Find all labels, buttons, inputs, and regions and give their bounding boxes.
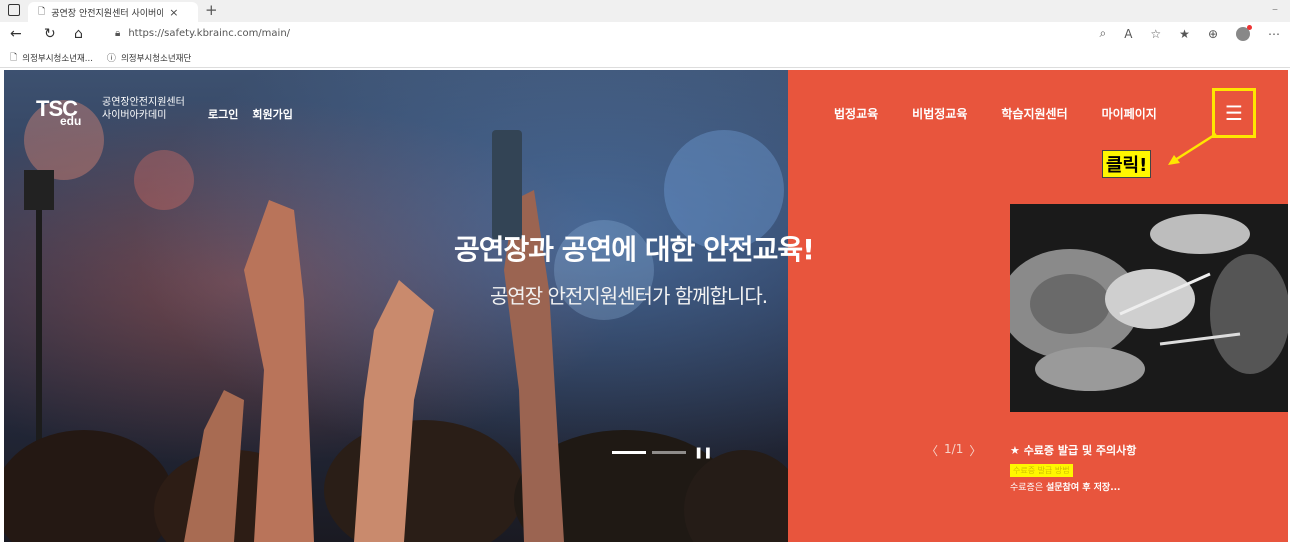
hero-title: 공연장과 공연에 대한 안전교육! <box>454 233 815 266</box>
signup-link[interactable]: 회원가입 <box>252 106 292 122</box>
bookmark-label: 의정부시청소년재단 <box>120 53 192 64</box>
lock-icon: 🔒︎ <box>115 28 121 39</box>
slide-indicator[interactable] <box>652 451 686 454</box>
nav-item-mypage[interactable]: 마이페이지 <box>1102 105 1157 122</box>
main-nav: 법정교육 비법정교육 학습지원센터 마이페이지 <box>834 105 1157 122</box>
notice-summary-bold: 설문참여 후 저장... <box>1045 483 1121 493</box>
page-icon: 🗋 <box>38 7 46 17</box>
next-icon[interactable]: 〉 <box>969 442 981 459</box>
favorites-icon[interactable]: ★ <box>1179 27 1190 41</box>
bookmark-item[interactable]: ⓘ 의정부시청소년재단 <box>106 51 192 65</box>
collections-icon[interactable]: ⊕ <box>1208 27 1218 41</box>
slide-indicator[interactable] <box>612 451 646 454</box>
prev-icon[interactable]: 〈 <box>926 442 938 459</box>
notice-highlight: 수료증 발급 방법 <box>1010 464 1073 477</box>
browser-tabbar: 🗋 공연장 안전지원센터 사이버아카 × + – <box>0 0 1290 22</box>
auth-links: 로그인 회원가입 <box>208 106 293 122</box>
site-icon: ⓘ <box>106 54 116 64</box>
pause-icon[interactable]: ❚❚ <box>694 446 712 459</box>
home-icon[interactable]: ⌂ <box>74 26 83 42</box>
notice-summary-prefix: 수료증은 <box>1010 483 1046 493</box>
url-field[interactable]: 🔒︎ https://safety.kbrainc.com/main/ <box>115 28 290 39</box>
tab-close-icon[interactable]: × <box>169 6 178 19</box>
browser-tab[interactable]: 🗋 공연장 안전지원센터 사이버아카 × <box>28 2 198 22</box>
more-icon[interactable]: ⋯ <box>1268 27 1280 41</box>
refresh-icon[interactable]: ↻ <box>44 26 56 42</box>
address-bar-row: ← ↻ ⌂ 🔒︎ https://safety.kbrainc.com/main… <box>0 22 1290 48</box>
logo-subtitle: 공연장안전지원센터 사이버아카데미 <box>102 96 185 122</box>
new-tab-button[interactable]: + <box>205 1 218 19</box>
nav-item-legal-education[interactable]: 법정교육 <box>834 105 878 122</box>
window-menu-icon[interactable] <box>8 4 20 16</box>
slider-controls: ❚❚ <box>612 446 712 459</box>
browser-toolbar: ⌕ A ☆ ★ ⊕ ⋯ <box>1099 24 1280 41</box>
notice-title[interactable]: ★ 수료증 발급 및 주의사항 <box>1010 442 1136 458</box>
page: TSC edu 공연장안전지원센터 사이버아카데미 로그인 회원가입 법정교육 … <box>4 70 1288 542</box>
annotation-arrow-icon <box>1168 132 1217 165</box>
page-icon: 🗋 <box>10 52 18 63</box>
bookmark-label: 의정부시청소년재... <box>22 53 93 64</box>
pager-text: 1/1 <box>944 442 964 456</box>
click-callout: 클릭! <box>1102 150 1152 178</box>
hero-subtitle: 공연장 안전지원센터가 함께합니다. <box>490 284 768 308</box>
url-text: https://safety.kbrainc.com/main/ <box>128 28 291 39</box>
drum-image <box>1010 204 1288 412</box>
profile-avatar[interactable] <box>1236 24 1252 41</box>
site-logo[interactable]: TSC edu <box>36 96 81 128</box>
nav-item-learning-center[interactable]: 학습지원센터 <box>1001 105 1067 122</box>
back-icon[interactable]: ← <box>10 26 22 42</box>
nav-item-nonlegal-education[interactable]: 비법정교육 <box>912 105 967 122</box>
minimize-icon[interactable]: – <box>1272 2 1278 16</box>
tab-title: 공연장 안전지원센터 사이버아카 <box>51 8 164 19</box>
find-icon[interactable]: ⌕ <box>1099 26 1106 41</box>
login-link[interactable]: 로그인 <box>208 106 238 122</box>
logo-edu: edu <box>60 114 82 128</box>
logo-subtitle-line: 공연장안전지원센터 <box>102 97 185 108</box>
bookmarks-bar: 🗋 의정부시청소년재... ⓘ 의정부시청소년재단 <box>0 48 1290 68</box>
bookmark-item[interactable]: 🗋 의정부시청소년재... <box>10 50 93 66</box>
add-favorite-icon[interactable]: ☆ <box>1150 27 1161 41</box>
logo-subtitle-line: 사이버아카데미 <box>102 110 167 121</box>
notice-summary[interactable]: 수료증은 설문참여 후 저장... <box>1010 480 1120 493</box>
read-aloud-icon[interactable]: A <box>1124 27 1132 41</box>
notice-pager: 〈 1/1 〉 <box>926 442 981 459</box>
